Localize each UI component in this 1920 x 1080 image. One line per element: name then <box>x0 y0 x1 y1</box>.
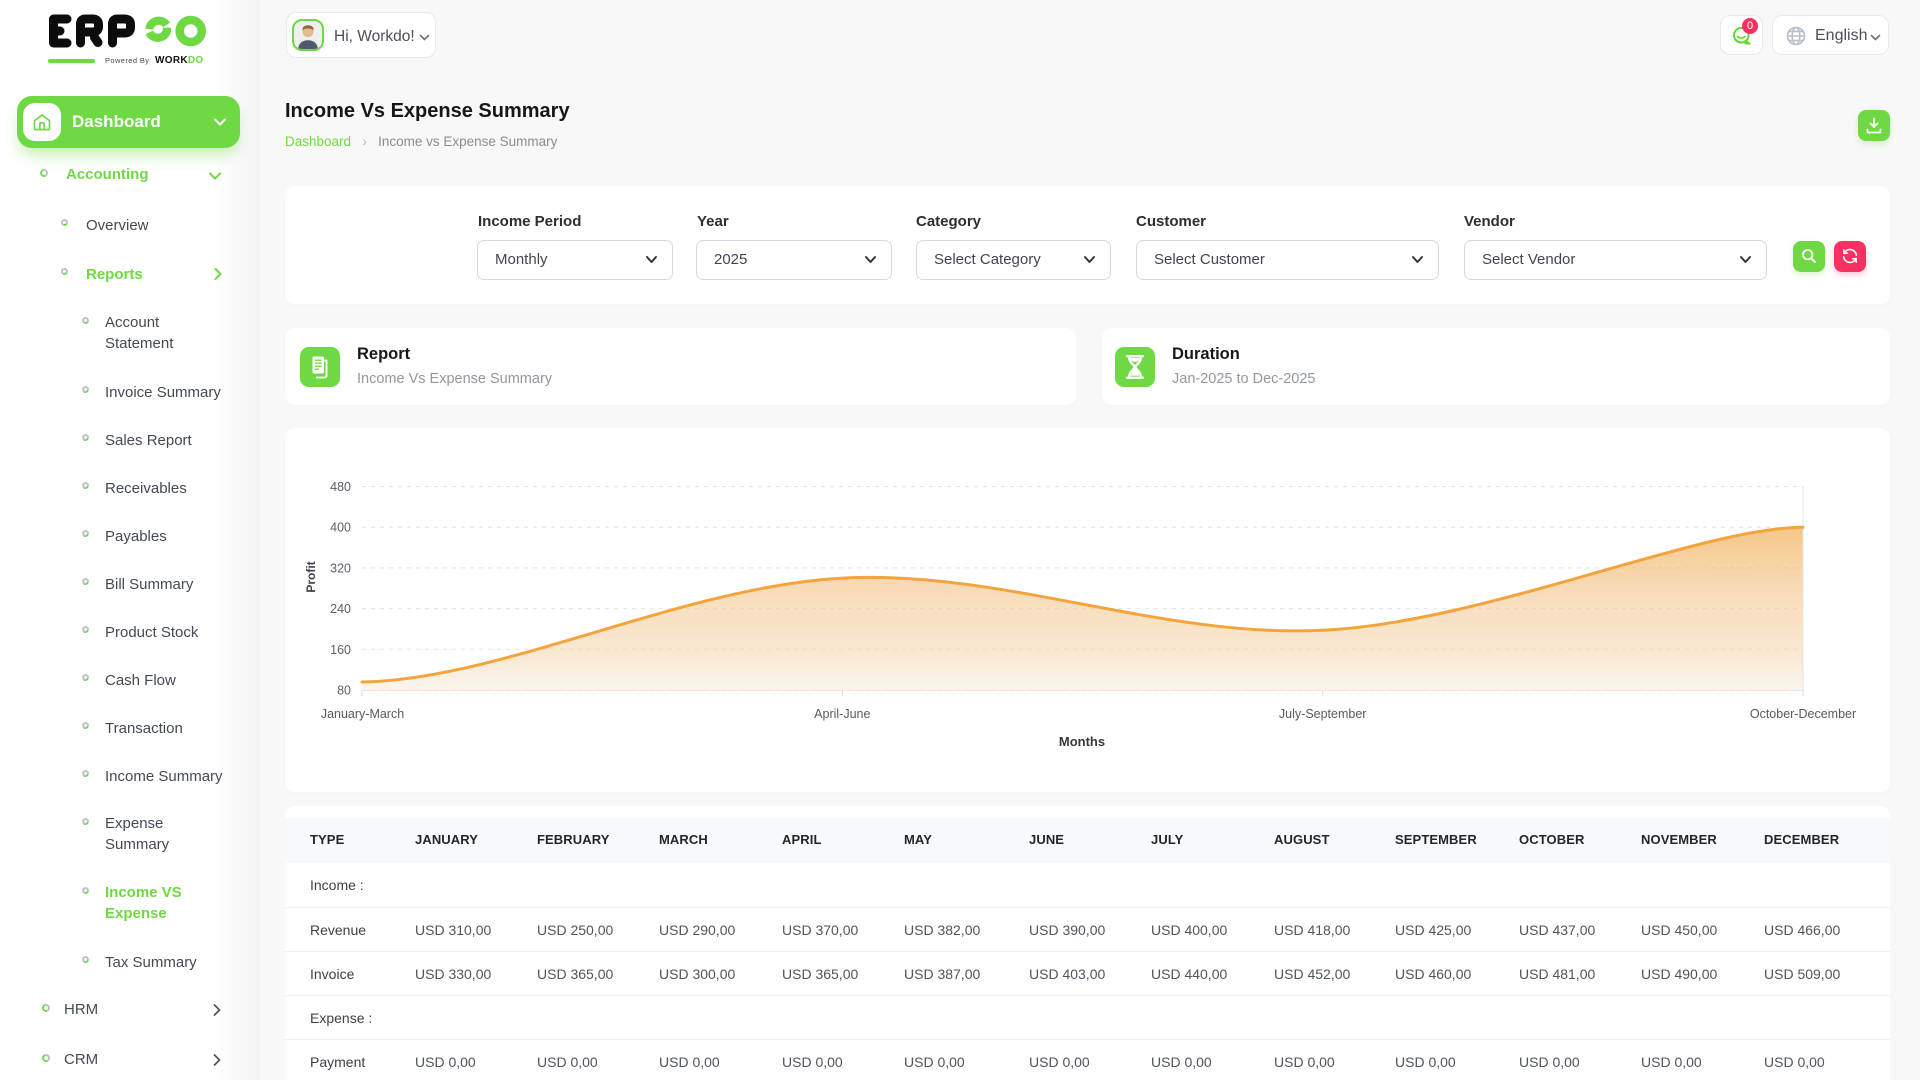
svg-text:January-March: January-March <box>321 707 404 721</box>
svg-text:240: 240 <box>330 602 351 616</box>
svg-text:80: 80 <box>337 684 351 698</box>
svg-text:400: 400 <box>330 521 351 535</box>
svg-text:October-December: October-December <box>1750 707 1856 721</box>
svg-text:July-September: July-September <box>1279 707 1367 721</box>
svg-text:160: 160 <box>330 643 351 657</box>
svg-text:Profit: Profit <box>304 561 318 592</box>
svg-text:480: 480 <box>330 480 351 494</box>
svg-text:Months: Months <box>1059 734 1105 749</box>
svg-text:April-June: April-June <box>814 707 870 721</box>
svg-text:320: 320 <box>330 561 351 575</box>
